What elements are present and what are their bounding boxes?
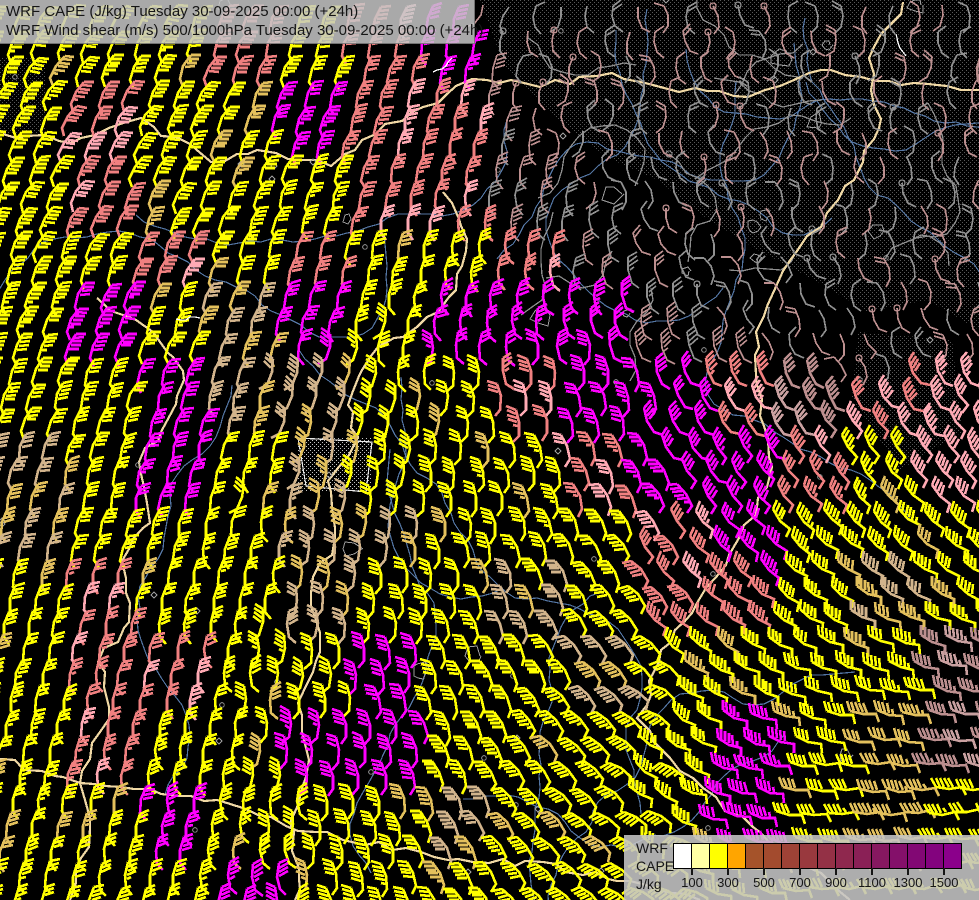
wind-barb-map (0, 0, 979, 900)
cape-scale-tick (871, 868, 873, 875)
cape-scale-label: 900 (825, 875, 847, 890)
cape-scale-tick (907, 868, 909, 875)
cape-colorbar (673, 843, 962, 869)
cape-color-cell (692, 844, 710, 868)
cape-scale-label: 500 (753, 875, 775, 890)
cape-scale-tick (943, 868, 945, 875)
cape-color-cell (908, 844, 926, 868)
weather-map-stage: WRF CAPE (J/kg) Tuesday 30-09-2025 00:00… (0, 0, 979, 900)
cape-scale-label: 1300 (894, 875, 923, 890)
cape-color-cell (746, 844, 764, 868)
map-title-overlay: WRF CAPE (J/kg) Tuesday 30-09-2025 00:00… (0, 0, 475, 44)
cape-color-cell (728, 844, 746, 868)
cape-scale-tick (835, 868, 837, 875)
cape-color-cell (872, 844, 890, 868)
cape-scale-label: 1100 (858, 875, 886, 890)
cape-legend: WRF CAPE J/kg 100 300 500 700 900 1100 1300 150… (624, 835, 979, 900)
cape-color-cell (890, 844, 908, 868)
title-wind-shear: WRF Wind shear (m/s) 500/1000hPa Tuesday… (6, 21, 474, 40)
cape-color-cell (710, 844, 728, 868)
cape-color-cell (782, 844, 800, 868)
cape-scale-label: 1500 (930, 875, 959, 890)
cape-scale-label: 100 (681, 875, 703, 890)
legend-label-cape: CAPE (636, 857, 674, 875)
cape-color-cell (854, 844, 872, 868)
legend-label: WRF CAPE J/kg (636, 839, 674, 893)
cape-scale-tick (763, 868, 765, 875)
cape-color-cell (674, 844, 692, 868)
cape-scale-label: 300 (717, 875, 739, 890)
legend-label-unit: J/kg (636, 875, 674, 893)
cape-scale-tick (727, 868, 729, 875)
title-cape: WRF CAPE (J/kg) Tuesday 30-09-2025 00:00… (6, 2, 474, 21)
cape-color-cell (800, 844, 818, 868)
cape-color-cell (764, 844, 782, 868)
cape-color-cell (818, 844, 836, 868)
cape-color-cell (926, 844, 944, 868)
cape-color-cell (836, 844, 854, 868)
cape-scale-tick (691, 868, 693, 875)
cape-color-cell (944, 844, 961, 868)
legend-label-wrf: WRF (636, 839, 674, 857)
cape-scale-label: 700 (789, 875, 811, 890)
cape-scale-tick (799, 868, 801, 875)
